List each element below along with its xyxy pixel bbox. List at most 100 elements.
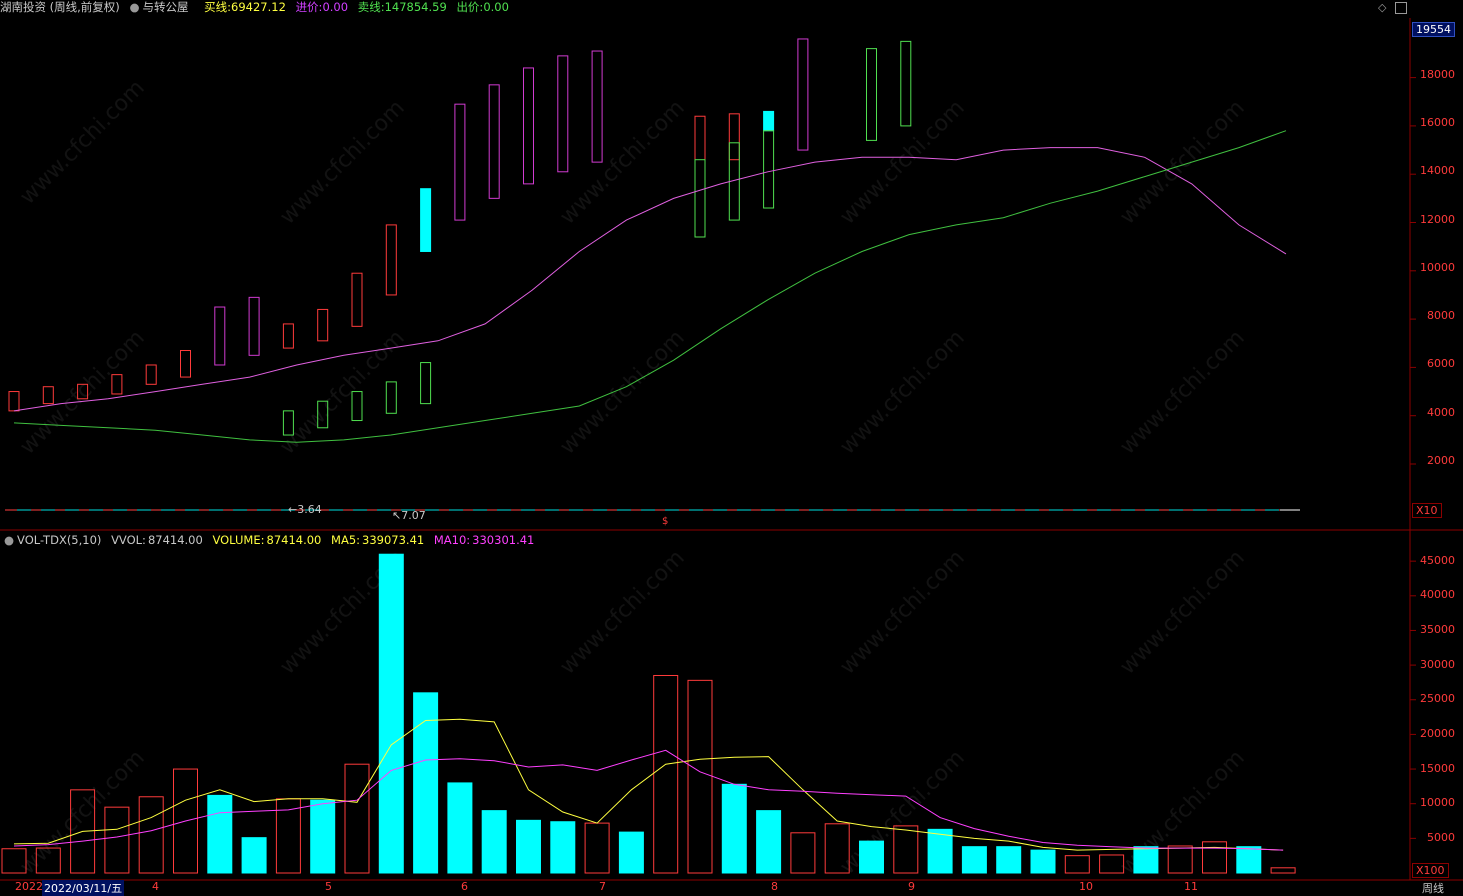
upper-price-bar xyxy=(351,272,363,327)
upper-price-bar xyxy=(454,103,466,221)
price-tick: 6000 xyxy=(1427,357,1455,370)
volume-bar xyxy=(584,822,610,874)
window-toggle-icon[interactable] xyxy=(1395,2,1407,14)
entry-label: 进价: xyxy=(295,0,323,14)
volume-tick: 25000 xyxy=(1420,692,1455,705)
month-label: 6 xyxy=(461,880,468,893)
upper-price-bar xyxy=(557,55,569,173)
signal-s-icon: $ xyxy=(662,516,669,527)
upper-price-bar xyxy=(763,110,775,132)
mid-price-value: 7.07 xyxy=(401,509,426,522)
volume-bar xyxy=(790,832,816,874)
upper-price-bar xyxy=(385,224,397,296)
volume-bar xyxy=(550,821,576,874)
indicator-name[interactable]: ● 与转公屋 xyxy=(129,0,194,14)
volume-bar xyxy=(447,782,473,874)
volume-bar xyxy=(1,848,27,874)
volume-bar xyxy=(721,783,747,874)
lower-price-bar xyxy=(317,400,329,429)
stock-name[interactable]: 湖南投资 (周线,前复权) xyxy=(0,0,120,14)
upper-price-bar xyxy=(8,391,20,412)
upper-price-bar xyxy=(42,386,54,405)
ma10-value: 330301.41 xyxy=(472,533,535,547)
upper-price-bar xyxy=(728,113,740,161)
volume-bar xyxy=(207,794,233,874)
vvol-value: 87414.00 xyxy=(147,533,203,547)
month-label: 8 xyxy=(771,880,778,893)
upper-price-bar xyxy=(248,296,260,356)
volume-bar xyxy=(481,810,507,874)
month-label: 5 xyxy=(325,880,332,893)
volume-bar xyxy=(104,806,130,874)
volume-bar xyxy=(653,674,679,874)
upper-price-bar xyxy=(282,323,294,349)
upper-price-bar xyxy=(694,115,706,238)
green-trend-line xyxy=(13,130,1287,443)
period-label[interactable]: 周线 xyxy=(1422,880,1444,896)
upper-price-bar xyxy=(420,188,432,252)
ma10-line xyxy=(13,749,1284,851)
vvol-label: VVOL: xyxy=(111,533,146,547)
low-price-value: 3.64 xyxy=(297,503,322,516)
volume-label: VOLUME: xyxy=(212,533,265,547)
circle-icon: ● xyxy=(4,533,15,547)
ma5-value: 339073.41 xyxy=(362,533,425,547)
volume-tick: 15000 xyxy=(1420,762,1455,775)
volume-header: ● VOL-TDX(5,10) VVOL: 87414.00 VOLUME: 8741… xyxy=(0,533,540,547)
volume-bar xyxy=(310,799,336,874)
exit-label: 出价: xyxy=(456,0,484,14)
volume-bar xyxy=(344,763,370,874)
frame xyxy=(0,18,1463,881)
entry-value: 0.00 xyxy=(322,0,349,14)
buy-line-value: 69427.12 xyxy=(231,0,286,14)
volume-bar xyxy=(1236,846,1262,874)
lower-price-bar xyxy=(900,40,912,127)
price-tick: 4000 xyxy=(1427,406,1455,419)
cursor-date: 2022/03/11/五 xyxy=(42,880,125,896)
price-tick: 16000 xyxy=(1420,116,1455,129)
volume-bar xyxy=(1064,855,1090,874)
upper-price-bar xyxy=(214,306,226,366)
volume-bar xyxy=(687,679,713,874)
volume-tick: 10000 xyxy=(1420,796,1455,809)
volume-tick: 30000 xyxy=(1420,658,1455,671)
lower-price-bar xyxy=(420,362,432,405)
price-current-value: 19554 xyxy=(1412,22,1455,37)
ma5-line xyxy=(13,718,1284,851)
volume-ma-lines xyxy=(13,718,1284,851)
purple-trend-line xyxy=(13,147,1287,412)
volume-bar xyxy=(378,553,404,874)
indicator-prefix: 与转公屋 xyxy=(142,0,189,14)
month-label: 10 xyxy=(1079,880,1093,893)
ma5-label: MA5: xyxy=(331,533,361,547)
month-label: 11 xyxy=(1184,880,1198,893)
volume-indicator-name[interactable]: VOL-TDX(5,10) xyxy=(17,533,101,547)
lower-price-bar xyxy=(351,391,363,422)
circle-icon: ● xyxy=(129,0,140,14)
buy-line-label: 买线: xyxy=(204,0,232,14)
volume-bar xyxy=(1133,846,1159,874)
price-tick: 2000 xyxy=(1427,454,1455,467)
upper-price-bar xyxy=(797,38,809,151)
price-scale-tag[interactable]: X10 xyxy=(1412,503,1442,518)
price-bars xyxy=(8,38,912,436)
price-tick: 18000 xyxy=(1420,68,1455,81)
month-label: 9 xyxy=(908,880,915,893)
diamond-icon[interactable]: ◇ xyxy=(1378,1,1386,14)
lower-price-bar xyxy=(385,381,397,414)
sell-line-value: 147854.59 xyxy=(384,0,447,14)
arrow-left-icon: ← xyxy=(288,503,298,516)
volume-scale-tag[interactable]: X100 xyxy=(1412,863,1449,878)
price-tick: 8000 xyxy=(1427,309,1455,322)
volume-bar xyxy=(1202,841,1227,874)
price-axis-ticks xyxy=(1410,77,1416,465)
price-lines xyxy=(13,130,1287,443)
volume-bar xyxy=(859,840,884,874)
volume-bar xyxy=(1270,867,1296,874)
volume-bar xyxy=(893,825,919,874)
month-label: 7 xyxy=(599,880,606,893)
price-tick: 14000 xyxy=(1420,164,1455,177)
lower-price-bar xyxy=(282,410,294,436)
volume-bar xyxy=(241,837,267,874)
ma10-label: MA10: xyxy=(433,533,471,547)
